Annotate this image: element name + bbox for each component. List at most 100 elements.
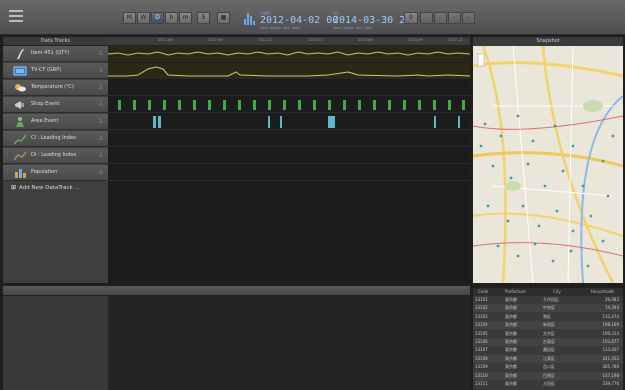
refresh-button[interactable]: S	[197, 12, 210, 24]
lane-shop-event	[108, 97, 470, 113]
range-from[interactable]: FROM 2012-04-02 00 year month day hour	[260, 11, 338, 30]
table-cell: 13108	[475, 355, 488, 361]
track-row-temperature[interactable]: ⋮ Temperature (℃) ♙	[3, 80, 108, 96]
area-event-markers	[153, 116, 460, 128]
tv-cf-line	[108, 66, 471, 77]
map-canvas	[473, 46, 623, 283]
person-icon[interactable]: ♙	[98, 152, 105, 159]
zoom-in-button[interactable]: –	[448, 12, 461, 24]
table-cell: 東京都	[505, 330, 517, 336]
person-icon[interactable]: ♙	[98, 67, 105, 74]
bar-chart-icon	[244, 11, 255, 25]
households-table[interactable]: Code Prefecture City Households 13101 東京都…	[473, 288, 623, 390]
table-cell: 13110	[475, 372, 488, 378]
person-icon[interactable]: ♙	[98, 135, 105, 142]
person-icon[interactable]: ♙	[98, 169, 105, 176]
column-header[interactable]: City	[553, 289, 561, 294]
table-row[interactable]: 13103 東京都 港区 132,474	[473, 312, 623, 321]
bottom-timeline-header	[108, 286, 470, 296]
table-cell: 千代田区	[543, 297, 559, 302]
snapshot-header: Snapshot	[473, 37, 623, 46]
zoom-out-button[interactable]: –	[420, 12, 433, 24]
timeline[interactable]: 2012-06 2012-09 2012-12 2013-03 2013-06 …	[107, 37, 471, 283]
table-cell: 13111	[475, 381, 488, 386]
track-row-shop-event[interactable]: ⋮ Shop Event ♙	[3, 97, 108, 113]
lane-tv-cf	[108, 63, 471, 79]
table-cell: 中央区	[543, 305, 555, 311]
track-row-di-index[interactable]: ⋮ DI : Leading Index ♙	[3, 148, 108, 164]
range-from-sub: year month day hour	[260, 26, 301, 30]
granularity-month-button[interactable]: M	[123, 12, 136, 24]
table-cell: 13102	[475, 305, 488, 311]
person-icon[interactable]: ♙	[98, 84, 105, 91]
table-row[interactable]: 13108 東京都 江東区 241,052	[473, 354, 623, 363]
lane-di-index	[108, 148, 470, 164]
table-cell: 133,607	[602, 347, 619, 353]
table-row[interactable]: 13107 東京都 墨田区 133,607	[473, 346, 623, 355]
table-row[interactable]: 13111 東京都 大田区 339,776	[473, 380, 623, 388]
zoom-reset-button[interactable]: –	[434, 12, 447, 24]
chart-line-icon	[13, 151, 27, 161]
table-cell: 13106	[475, 339, 488, 344]
search-icon[interactable]: ⚲	[404, 12, 418, 24]
track-row-tv-cf[interactable]: ⋮ TV-CF (GRP) ♙	[3, 63, 108, 79]
column-header[interactable]: Prefecture	[505, 289, 526, 294]
track-label: TV-CF (GRP)	[31, 67, 62, 73]
column-header[interactable]: Households	[591, 289, 614, 294]
table-cell: 13101	[475, 297, 488, 302]
table-row[interactable]: 13109 東京都 品川区 205,786	[473, 363, 623, 372]
granularity-day-button[interactable]: D	[151, 12, 164, 24]
table-cell: 台東区	[543, 339, 555, 344]
megaphone-icon	[15, 101, 24, 109]
table-cell: 132,474	[602, 313, 619, 319]
ruler-label: 2013-06	[358, 38, 373, 42]
person-icon[interactable]: ♙	[98, 50, 105, 57]
track-row-item-451[interactable]: ⋮ Item-451 (QTY) ♙	[3, 46, 108, 62]
granularity-minute-button[interactable]: m	[179, 12, 192, 24]
table-cell: 文京区	[543, 330, 555, 336]
track-label: CI : Leading Index	[31, 135, 76, 141]
table-row[interactable]: 13110 東京都 目黒区 147,198	[473, 371, 623, 380]
track-row-ci-index[interactable]: ⋮ CI : Leading Index ♙	[3, 131, 108, 147]
track-list: ⋮ Item-451 (QTY) ♙ ⋮ TV-CF (GRP) ♙ ⋮ Tem…	[3, 46, 108, 283]
table-row[interactable]: 13102 東京都 中央区 74,293	[473, 304, 623, 313]
map-view[interactable]	[473, 46, 623, 283]
add-track-label: Add New DataTrack ...	[19, 185, 80, 191]
table-cell: 205,786	[602, 364, 619, 370]
granularity-week-button[interactable]: W	[137, 12, 150, 24]
play-button[interactable]: ▸	[462, 12, 475, 24]
bottom-left-panel	[3, 286, 108, 390]
table-cell: 13103	[475, 313, 488, 319]
track-label: Area Event	[31, 118, 59, 124]
bottle-icon	[17, 49, 24, 59]
track-label: Shop Event	[31, 101, 60, 107]
granularity-hour-button[interactable]: h	[165, 12, 178, 24]
table-header: Code Prefecture City Households	[473, 288, 623, 296]
person-icon[interactable]: ♙	[98, 118, 105, 125]
calendar-button[interactable]: ▦	[217, 12, 230, 24]
shop-event-markers	[118, 100, 465, 110]
lane-temperature	[108, 80, 470, 96]
person-icon	[16, 117, 24, 127]
table-cell: 241,052	[602, 355, 619, 361]
ruler-label: 2013-09	[408, 38, 423, 42]
table-cell: 港区	[543, 313, 551, 319]
table-cell: 東京都	[505, 381, 517, 386]
range-to[interactable]: TO 2014-03-30 23 year month day hour	[333, 11, 411, 30]
column-header[interactable]: Code	[478, 289, 488, 294]
bottom-timeline-panel[interactable]	[108, 286, 470, 390]
table-row[interactable]: 13105 東京都 文京区 109,314	[473, 329, 623, 338]
person-icon[interactable]: ♙	[98, 101, 105, 108]
track-row-area-event[interactable]: ⋮ Area Event ♙	[3, 114, 108, 130]
track-row-population[interactable]: ⋮ Population ♙	[3, 165, 108, 181]
table-cell: 東京都	[505, 297, 517, 302]
table-row[interactable]: 13104 東京都 新宿区 198,169	[473, 321, 623, 330]
menu-icon[interactable]	[9, 10, 23, 22]
table-row[interactable]: 13106 東京都 台東区 103,877	[473, 338, 623, 346]
table-row[interactable]: 13101 東京都 千代田区 26,083	[473, 296, 623, 304]
ruler-label: 2012-12	[258, 38, 273, 42]
add-track-button[interactable]: ⊞ Add New DataTrack ...	[11, 184, 80, 191]
table-cell: 東京都	[505, 305, 517, 311]
table-cell: 198,169	[602, 322, 619, 328]
table-cell: 74,293	[605, 305, 619, 311]
